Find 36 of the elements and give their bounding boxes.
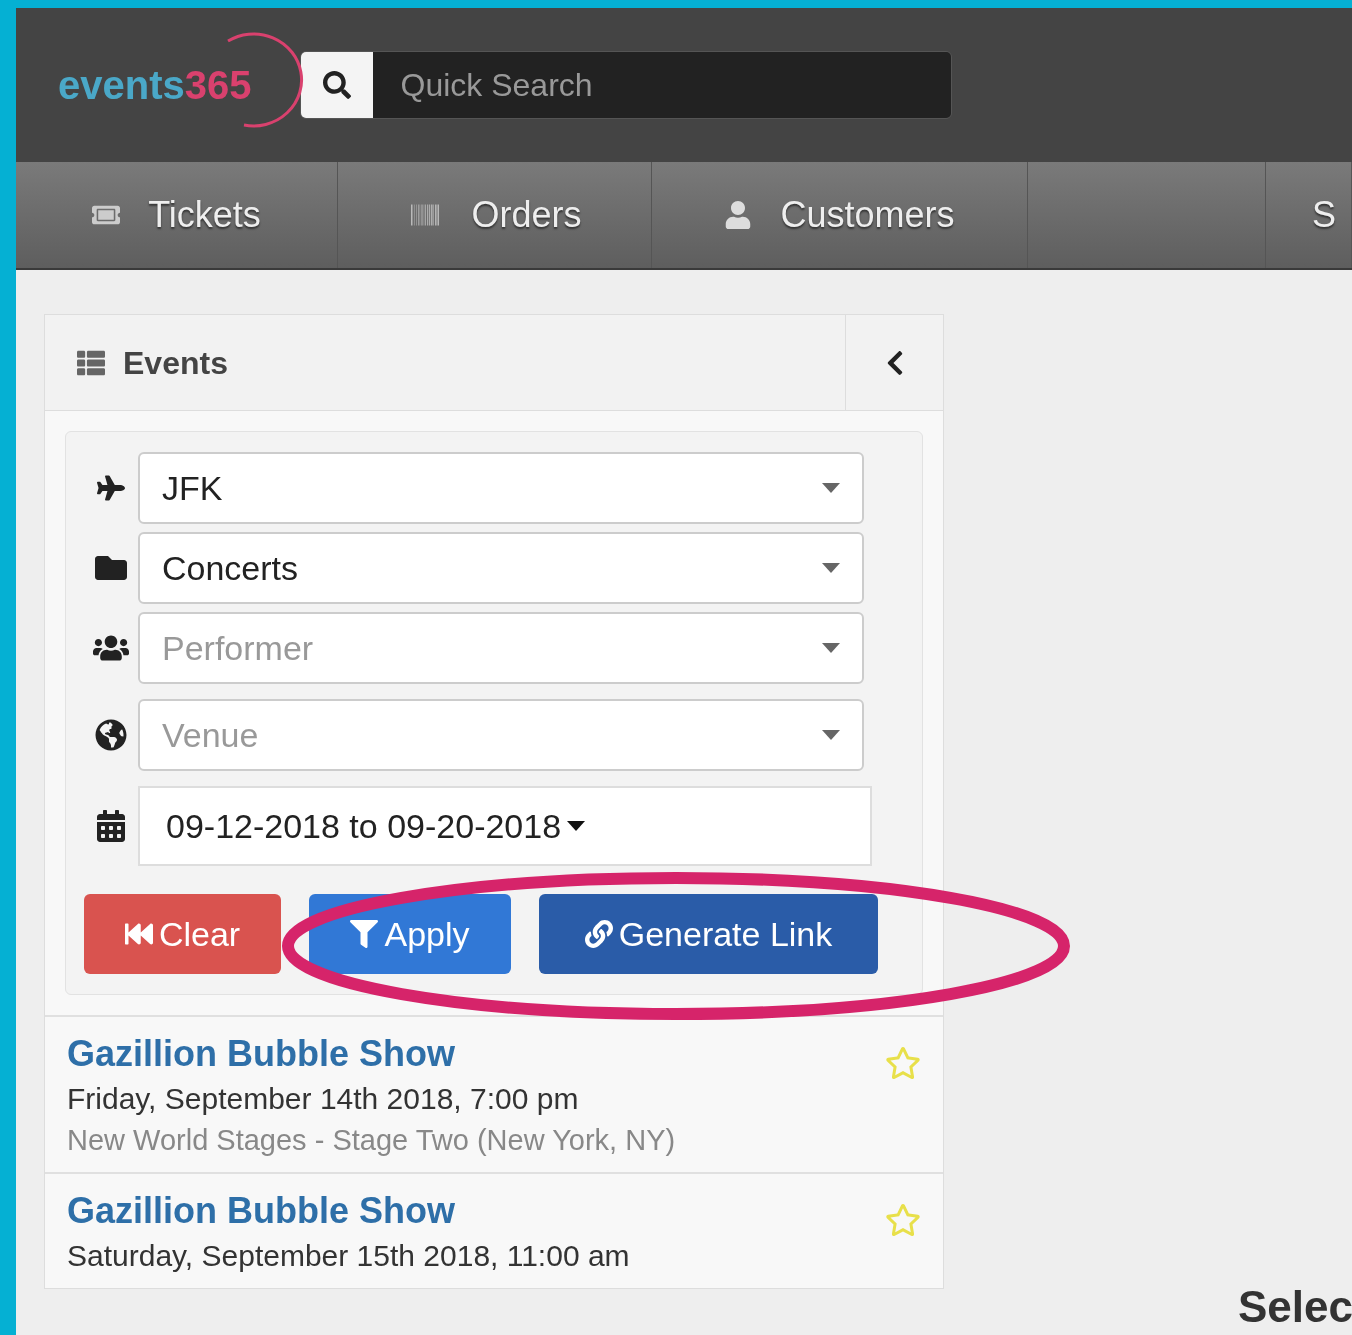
select-field[interactable]: Performer (138, 612, 864, 684)
event-item[interactable]: Gazillion Bubble Show Saturday, September 15th 2018, 11:00 am (45, 1171, 943, 1289)
select-field[interactable]: JFK (138, 452, 864, 524)
event-title[interactable]: Gazillion Bubble Show (67, 1187, 885, 1233)
caret-icon (822, 563, 840, 573)
event-date: Saturday, September 15th 2018, 11:00 am (67, 1237, 631, 1274)
caret-icon (822, 730, 840, 740)
main-heading: Selec (1238, 1281, 1352, 1333)
globe-icon (95, 719, 127, 751)
logo[interactable]: events365 (58, 55, 252, 115)
date-range-field[interactable]: 09-12-2018 to 09-20-2018 (138, 786, 872, 866)
nav-tab[interactable]: Tickets (16, 162, 338, 268)
caret-icon (567, 821, 586, 831)
nav-tab[interactable]: Customers (652, 162, 1028, 268)
star-icon[interactable] (885, 1201, 921, 1238)
event-title[interactable]: Gazillion Bubble Show (67, 1031, 885, 1076)
user-icon (724, 201, 753, 229)
event-venue: New World Stages - Stage Two (New York, NY) (67, 1122, 677, 1158)
generate-link-button[interactable]: Generate Link (539, 894, 878, 974)
select-field[interactable]: Venue (138, 699, 864, 771)
filter-icon (350, 920, 379, 948)
apply-button[interactable]: Apply (309, 894, 511, 974)
clear-button[interactable]: Clear (84, 894, 281, 974)
link-icon (584, 920, 613, 948)
nav-tab[interactable]: Orders (338, 162, 652, 268)
list-icon (77, 348, 105, 377)
event-date: Friday, September 14th 2018, 7:00 pm (67, 1081, 580, 1117)
nav-tab[interactable]: S (1266, 162, 1352, 268)
select-field[interactable]: Concerts (138, 532, 864, 604)
star-icon[interactable] (885, 1045, 921, 1081)
plane-icon (97, 474, 125, 502)
event-item[interactable]: Gazillion Bubble Show Friday, September 14th 2018, 7:00 pm New World Stages - Stage Two (New York, NY) (45, 1015, 943, 1172)
calendar-icon (95, 810, 127, 842)
caret-icon (822, 483, 840, 493)
caret-icon (822, 643, 840, 653)
panel-title: Events (123, 343, 228, 383)
